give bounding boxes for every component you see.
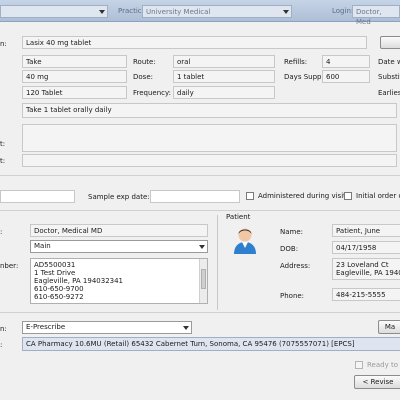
refills-label: Refills: [284,58,308,66]
prescriber-line: 610-650-9700 [34,285,84,293]
drug-label: n: [0,40,7,48]
user-label: Login: [332,7,354,15]
divider [0,210,400,211]
chevron-down-icon [99,9,105,14]
divider [0,312,400,313]
prescriber-name-field[interactable]: Doctor, Medical MD [30,224,208,237]
user-value: Doctor, Med [356,8,382,26]
action-field[interactable]: Take [22,55,127,68]
route-field[interactable]: oral [173,55,275,68]
prescriber-location-select[interactable]: Main [30,240,208,253]
ready-to-send-label: Ready to s [367,361,400,369]
frequency-label: Frequency: [133,89,172,97]
ready-to-send-checkbox[interactable] [355,361,363,369]
refills-field[interactable]: 4 [322,55,370,68]
sig-field[interactable]: Take 1 tablet orally daily [22,103,397,118]
initial-order-label: Initial order crea [356,192,400,200]
prescriber-name-label: : [0,228,3,236]
sample-lot-field[interactable] [0,190,75,203]
notes-field-1[interactable] [22,124,397,152]
patient-address-line: Eagleville, PA 19403 [336,269,400,277]
practice-select[interactable]: University Medical [142,5,292,18]
administered-checkbox[interactable] [246,192,254,200]
drug-lookup-button[interactable] [380,36,400,49]
note-label-1: t: [0,140,6,148]
days-supply-field[interactable]: 600 [322,70,370,83]
dose-label: Dose: [133,73,153,81]
patient-name-label: Name: [280,228,304,236]
vertical-scrollbar[interactable] [199,259,207,303]
pharmacy-select[interactable]: CA Pharmacy 10.6MU (Retail) 65432 Cabern… [22,337,400,351]
date-written-label: Date w [378,58,400,66]
initial-order-checkbox[interactable] [344,192,352,200]
transmit-method-value: E-Prescribe [26,323,66,331]
top-left-combo[interactable] [0,5,108,18]
prescriber-number-label: nber: [0,262,19,270]
user-select[interactable]: Doctor, Med [352,5,400,26]
chevron-down-icon [199,244,205,249]
patient-name-field[interactable]: Patient, June [332,224,400,237]
frequency-field[interactable]: daily [173,86,275,99]
person-icon [232,224,258,254]
transmit-method-select[interactable]: E-Prescribe [22,321,192,334]
patient-phone-label: Phone: [280,292,305,300]
transmit-method-label: n: [0,325,7,333]
dispense-field[interactable]: 120 Tablet [22,86,127,99]
earliest-fill-label: Earliest [378,89,400,97]
sample-exp-field[interactable] [150,190,240,203]
chevron-down-icon [183,325,189,330]
patient-address-label: Address: [280,262,311,270]
pharmacy-label: : [0,341,3,349]
route-label: Route: [133,58,156,66]
divider [0,175,400,176]
patient-dob-field[interactable]: 04/17/1958 [332,241,400,254]
substitution-label: Substit [378,73,400,81]
prescriber-line: Eagleville, PA 194032341 [34,277,124,285]
patient-section-label: Patient [226,213,251,221]
prescriber-details[interactable]: AD5500031 1 Test Drive Eagleville, PA 19… [30,258,208,304]
prescriber-line: 610-650-9272 [34,293,84,301]
patient-dob-label: DOB: [280,245,299,253]
patient-address-line: 23 Loveland Ct [336,261,389,269]
more-button[interactable]: Ma [378,320,400,334]
administered-label: Administered during visit [258,192,346,200]
section-divider [217,215,218,310]
notes-field-2[interactable] [22,154,397,167]
strength-field[interactable]: 40 mg [22,70,127,83]
prescriber-line: AD5500031 [34,261,76,269]
practice-value: University Medical [146,8,211,16]
sample-exp-label: Sample exp date: [88,193,150,201]
patient-phone-field[interactable]: 484-215-5555 [332,288,400,301]
dose-field[interactable]: 1 tablet [173,70,275,83]
top-toolbar: Practice University Medical Login: Docto… [0,0,400,26]
chevron-down-icon [283,9,289,14]
prescriber-location-value: Main [34,242,51,250]
drug-field[interactable]: Lasix 40 mg tablet [22,36,367,49]
prescriber-line: 1 Test Drive [34,269,76,277]
patient-address-field[interactable]: 23 Loveland Ct Eagleville, PA 19403 [332,258,400,280]
note-label-2: t: [0,157,6,165]
revise-button[interactable]: < Revise [354,375,400,389]
